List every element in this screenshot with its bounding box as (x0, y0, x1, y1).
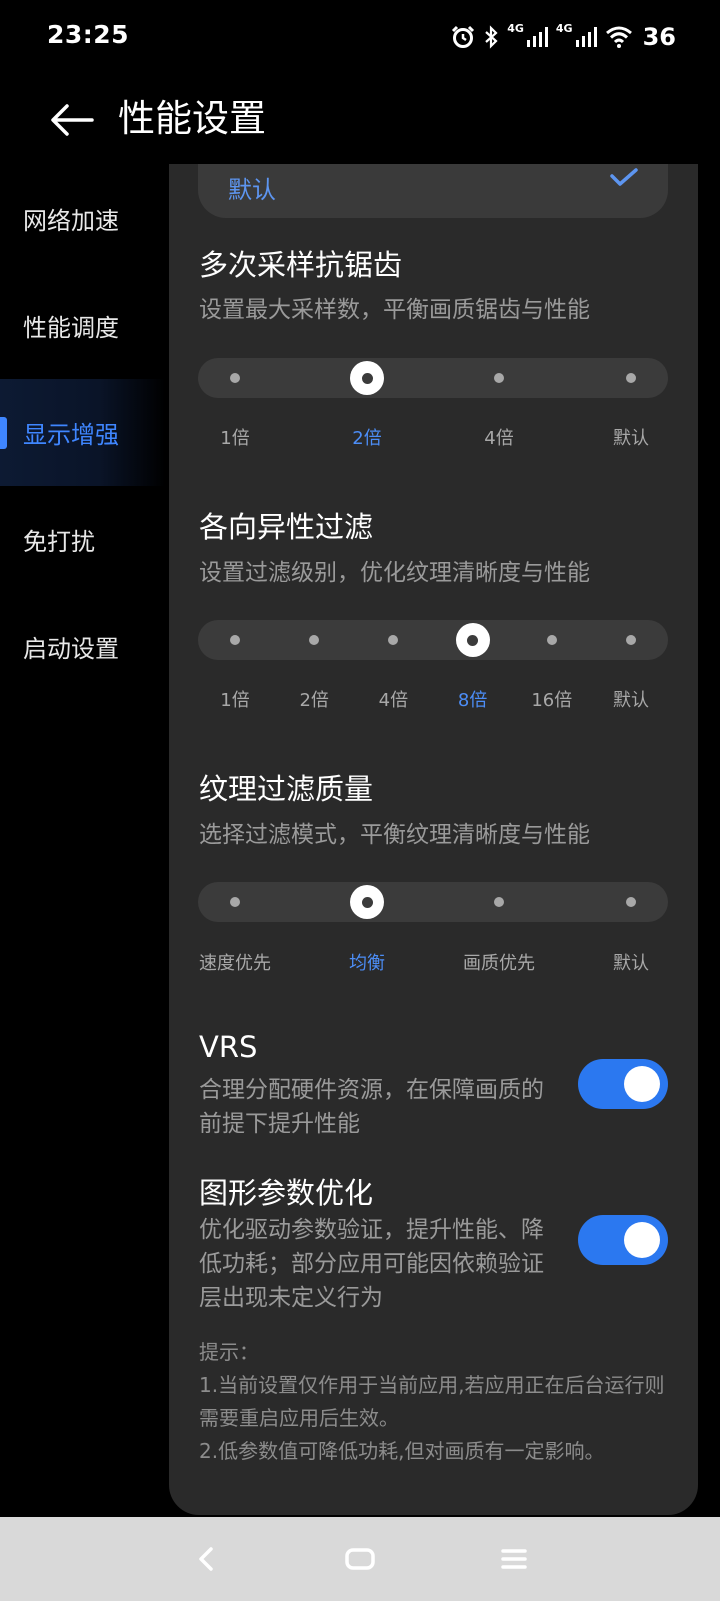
texture-filter-slider-labels: 速度优先 均衡 画质优先 默认 (198, 949, 668, 975)
arrow-left-icon (51, 104, 94, 136)
tips-heading: 提示： (199, 1340, 259, 1364)
slider-option-label[interactable]: 4倍 (379, 686, 408, 712)
slider-option-label[interactable]: 4倍 (484, 424, 513, 450)
settings-panel: 默认 多次采样抗锯齿 设置最大采样数，平衡画质锯齿与性能 1倍 2倍 4倍 默认 各向… (169, 164, 698, 1515)
tips-block: 提示： 1.当前设置仅作用于当前应用,若应用正在后台运行则需要重启应用后生效。 … (199, 1336, 669, 1468)
signal-1-icon (526, 27, 548, 47)
sidebar-item-launch-settings[interactable]: 启动设置 (0, 593, 165, 700)
slider-option-label[interactable]: 默认 (613, 424, 649, 450)
back-button[interactable] (46, 94, 98, 146)
sidebar-item-label: 网络加速 (23, 207, 119, 235)
slider-thumb[interactable] (350, 361, 384, 395)
slider-option-label[interactable]: 1倍 (220, 686, 249, 712)
slider-stop-dot[interactable] (388, 635, 399, 645)
texture-filter-title: 纹理过滤质量 (199, 772, 374, 806)
status-icons: 4G 4G 36 (451, 22, 676, 52)
status-time: 23:25 (47, 20, 130, 49)
msaa-title: 多次采样抗锯齿 (199, 248, 403, 282)
nav-menu-button[interactable] (494, 1542, 534, 1576)
texture-filter-slider[interactable] (198, 882, 668, 922)
battery-level: 36 (642, 23, 676, 51)
msaa-slider[interactable] (198, 358, 668, 398)
sidebar-item-label: 性能调度 (23, 314, 119, 342)
sidebar-item-network-boost[interactable]: 网络加速 (0, 165, 165, 272)
slider-thumb[interactable] (455, 623, 490, 657)
graphics-opt-description: 优化驱动参数验证，提升性能、降低功耗；部分应用可能因依赖验证层出现未定义行为 (199, 1217, 544, 1311)
msaa-description: 设置最大采样数，平衡画质锯齿与性能 (199, 297, 590, 323)
default-option-label: 默认 (228, 176, 276, 204)
msaa-slider-labels: 1倍 2倍 4倍 默认 (198, 424, 668, 450)
toggle-knob (624, 1222, 660, 1258)
slider-option-label[interactable]: 16倍 (531, 686, 572, 712)
nav-home-button[interactable] (340, 1542, 380, 1576)
slider-stop-dot[interactable] (626, 897, 636, 907)
screen: 23:25 4G 4G 36 性能设置 网络加速 性能调度 显示增强 免打扰 启… (0, 0, 720, 1601)
vrs-title: VRS (199, 1030, 258, 1064)
nav-back-button[interactable] (186, 1542, 226, 1576)
texture-filter-description: 选择过滤模式，平衡纹理清晰度与性能 (199, 822, 590, 848)
slider-stop-dot[interactable] (626, 373, 636, 383)
slider-stop-dot[interactable] (230, 635, 240, 645)
slider-option-label[interactable]: 画质优先 (463, 949, 535, 975)
slider-option-label[interactable]: 均衡 (349, 949, 385, 975)
alarm-icon (452, 25, 475, 48)
slider-stop-dot[interactable] (494, 897, 504, 907)
chevron-left-icon (199, 1547, 213, 1571)
tips-line-2: 2.低参数值可降低功耗,但对画质有一定影响。 (199, 1439, 605, 1463)
sidebar-item-label: 免打扰 (23, 528, 95, 556)
anisotropic-slider-labels: 1倍 2倍 4倍 8倍 16倍 默认 (198, 686, 668, 712)
anisotropic-slider[interactable] (198, 620, 668, 660)
slider-stop-dot[interactable] (494, 373, 504, 383)
header: 性能设置 (0, 80, 720, 160)
tips-line-1: 1.当前设置仅作用于当前应用,若应用正在后台运行则需要重启应用后生效。 (199, 1373, 665, 1430)
anisotropic-description: 设置过滤级别，优化纹理清晰度与性能 (199, 560, 590, 586)
slider-option-label[interactable]: 8倍 (458, 686, 487, 712)
checkmark-icon (610, 168, 638, 186)
navigation-bar (0, 1517, 720, 1601)
vrs-toggle[interactable] (578, 1059, 668, 1109)
slider-thumb[interactable] (350, 885, 384, 919)
slider-stop-dot[interactable] (309, 635, 320, 645)
signal-1-label: 4G (507, 22, 524, 35)
home-icon (345, 1548, 375, 1570)
slider-stop-dot[interactable] (626, 635, 636, 645)
graphics-opt-title: 图形参数优化 (199, 1176, 374, 1210)
graphics-opt-toggle[interactable] (578, 1215, 668, 1265)
slider-option-label[interactable]: 默认 (613, 686, 649, 712)
sidebar-item-do-not-disturb[interactable]: 免打扰 (0, 486, 165, 593)
slider-option-label[interactable]: 1倍 (220, 424, 249, 450)
sidebar: 网络加速 性能调度 显示增强 免打扰 启动设置 (0, 165, 165, 700)
anisotropic-title: 各向异性过滤 (199, 510, 374, 544)
slider-option-label[interactable]: 速度优先 (199, 949, 271, 975)
slider-option-label[interactable]: 默认 (613, 949, 649, 975)
signal-2-icon (575, 27, 597, 47)
toggle-knob (624, 1066, 660, 1102)
slider-option-label[interactable]: 2倍 (352, 424, 381, 450)
sidebar-item-performance-scheduling[interactable]: 性能调度 (0, 272, 165, 379)
bluetooth-icon (485, 25, 498, 49)
slider-option-label[interactable]: 2倍 (299, 686, 328, 712)
vrs-description: 合理分配硬件资源，在保障画质的前提下提升性能 (199, 1077, 544, 1137)
sidebar-item-label: 启动设置 (23, 635, 119, 663)
default-option[interactable]: 默认 (198, 164, 668, 218)
slider-stop-dot[interactable] (546, 635, 557, 645)
slider-stop-dot[interactable] (230, 373, 240, 383)
signal-2-label: 4G (555, 22, 573, 35)
sidebar-item-display-enhance[interactable]: 显示增强 (0, 379, 165, 486)
wifi-icon (605, 26, 632, 48)
slider-stop-dot[interactable] (230, 897, 240, 907)
status-bar: 23:25 4G 4G 36 (0, 0, 720, 72)
page-title: 性能设置 (118, 97, 266, 140)
sidebar-item-label: 显示增强 (23, 421, 119, 449)
menu-icon (501, 1549, 527, 1569)
